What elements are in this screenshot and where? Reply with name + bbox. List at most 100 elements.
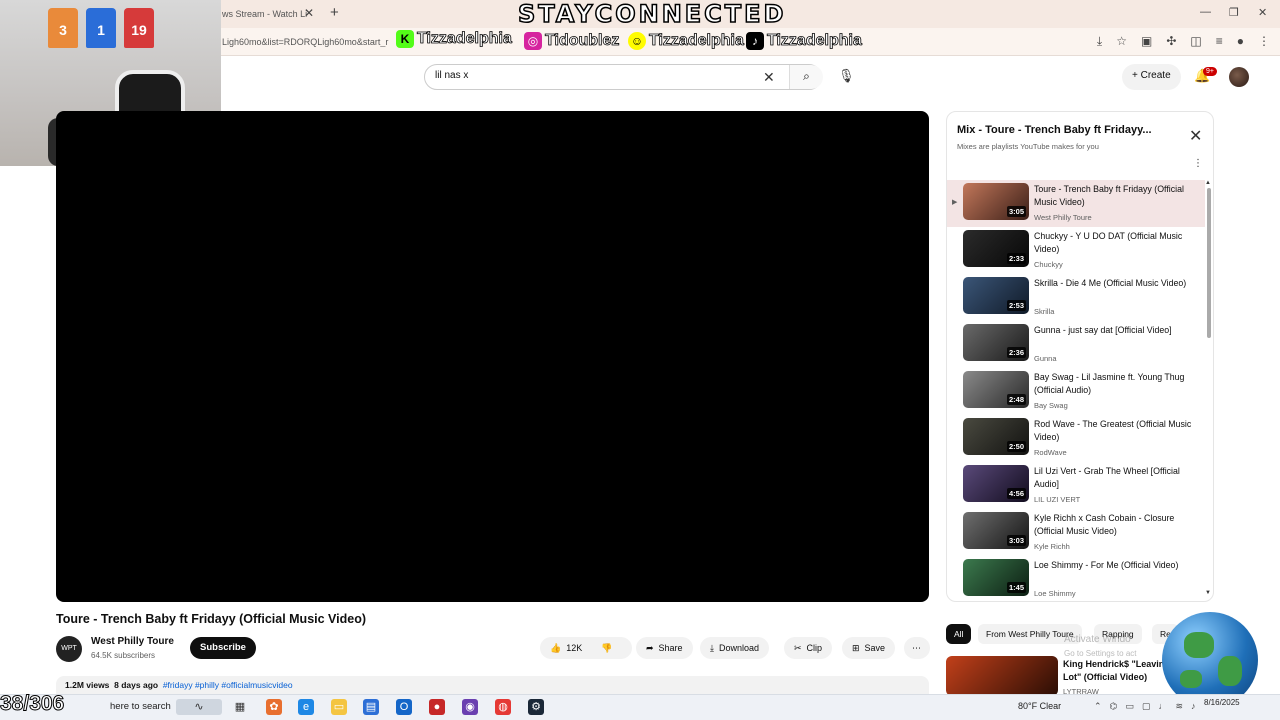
video-thumbnail: 2:50 — [963, 418, 1029, 455]
chevron-up-icon[interactable]: ⌃ — [1094, 701, 1102, 712]
playlist-item[interactable]: 2:33 Chuckyy - Y U DO DAT (Official Musi… — [947, 227, 1205, 274]
microphone-icon[interactable]: 🎙 — [838, 68, 855, 84]
now-playing-icon: ▶ — [952, 199, 958, 206]
view-count: 1.2M views — [65, 680, 110, 690]
upload-age: 8 days ago — [114, 680, 159, 690]
chip-all[interactable]: All — [946, 624, 972, 644]
copilot-icon[interactable]: ✿ — [266, 699, 282, 715]
recommended-thumbnail[interactable] — [946, 656, 1058, 696]
chrome-icon[interactable]: ◍ — [495, 699, 511, 715]
snapchat-icon: ☺ — [628, 32, 646, 50]
item-title: Lil Uzi Vert - Grab The Wheel [Official … — [1034, 466, 1180, 489]
item-title: Loe Shimmy - For Me (Official Video) — [1034, 560, 1179, 570]
like-dislike-group: 👍 12K 👎 — [540, 637, 632, 659]
item-channel: Bay Swag — [1034, 401, 1068, 410]
like-count[interactable]: 12K — [566, 643, 582, 653]
subscribe-button[interactable]: Subscribe — [190, 637, 256, 659]
playlist-scrollbar[interactable] — [1207, 188, 1211, 338]
maximize-icon[interactable]: ❐ — [1229, 6, 1239, 19]
mix-playlist-panel: Mix - Toure - Trench Baby ft Fridayy... … — [946, 111, 1214, 602]
share-label: Share — [658, 643, 683, 653]
playlist-title[interactable]: Mix - Toure - Trench Baby ft Fridayy... — [957, 124, 1177, 136]
playlist-more-icon[interactable]: ⋮ — [1193, 158, 1203, 169]
menu-icon[interactable]: ⋮ — [1258, 34, 1270, 49]
app-icon[interactable]: ● — [429, 699, 445, 715]
minimize-icon[interactable]: — — [1200, 6, 1211, 18]
monitor-icon[interactable]: ▭ — [1125, 701, 1134, 712]
save-label: Save — [864, 643, 886, 653]
new-tab-icon[interactable]: + — [330, 4, 339, 21]
close-tab-icon[interactable]: ✕ — [304, 6, 314, 20]
playlist-item[interactable]: 3:03 Kyle Richh x Cash Cobain - Closure … — [947, 509, 1205, 556]
profile-icon[interactable]: ● — [1237, 34, 1244, 49]
puzzle-icon[interactable]: ✣ — [1166, 34, 1176, 49]
search-input[interactable] — [435, 70, 755, 81]
item-channel: LIL UZI VERT — [1034, 495, 1081, 504]
search-button[interactable]: ⌕ — [789, 65, 823, 89]
dislike-icon[interactable]: 👎 — [601, 643, 612, 654]
weather-widget[interactable]: 80°F Clear — [1018, 701, 1061, 711]
playlist-item[interactable]: 4:56 Lil Uzi Vert - Grab The Wheel [Offi… — [947, 462, 1205, 509]
playlist-icon[interactable]: ≡ — [1216, 34, 1223, 49]
scroll-up-icon[interactable]: ▲ — [1205, 180, 1211, 186]
taskbar-search[interactable]: here to search — [110, 701, 171, 712]
video-thumbnail: 1:45 — [963, 559, 1029, 596]
tiktok-icon: ♪ — [746, 32, 764, 50]
star-icon[interactable]: ☆ — [1116, 34, 1127, 49]
network-icon[interactable]: ⌬ — [1110, 701, 1118, 712]
clip-button[interactable]: ✂ Clip — [784, 637, 833, 659]
wifi-icon[interactable]: ≋ — [1175, 701, 1183, 712]
share-button[interactable]: ➦ Share — [636, 637, 693, 659]
item-title: Toure - Trench Baby ft Fridayy (Official… — [1034, 184, 1184, 207]
channel-avatar[interactable]: WPT — [56, 636, 82, 662]
scroll-down-icon[interactable]: ▼ — [1205, 590, 1211, 596]
cast-icon[interactable]: ⤓ — [1097, 34, 1102, 49]
playlist-item[interactable]: 2:53 Skrilla - Die 4 Me (Official Music … — [947, 274, 1205, 321]
search-highlight-icon[interactable]: ∿ — [176, 699, 222, 715]
volume-icon[interactable]: ♪ — [1191, 701, 1196, 712]
clear-search-icon[interactable]: ✕ — [763, 69, 775, 86]
extension-icon[interactable]: ▣ — [1141, 34, 1152, 49]
playlist-item[interactable]: 2:50 Rod Wave - The Greatest (Official M… — [947, 415, 1205, 462]
duration: 2:53 — [1006, 300, 1026, 311]
more-horizontal-icon: ⋯ — [912, 642, 921, 653]
account-avatar[interactable] — [1229, 67, 1249, 87]
more-actions-button[interactable]: ⋯ — [904, 637, 930, 659]
file-explorer-icon[interactable]: ▭ — [331, 699, 347, 715]
playlist-item[interactable]: 2:36 Gunna - just say dat [Official Vide… — [947, 321, 1205, 368]
bookmark-icon: ⊞ — [852, 642, 860, 653]
create-label: Create — [1140, 70, 1171, 81]
taskbar-clock[interactable]: 8/16/2025 — [1204, 698, 1240, 708]
playlist-item[interactable]: 1:45 Loe Shimmy - For Me (Official Video… — [947, 556, 1205, 601]
activate-windows-hint: Go to Settings to act — [1064, 649, 1137, 658]
discord-icon[interactable]: ◉ — [462, 699, 478, 715]
playlist-item[interactable]: 2:48 Bay Swag - Lil Jasmine ft. Young Th… — [947, 368, 1205, 415]
create-button[interactable]: + Create — [1122, 64, 1181, 90]
video-player[interactable] — [56, 111, 929, 602]
steam-icon[interactable]: ⚙ — [528, 699, 544, 715]
plus-icon: + — [1132, 70, 1141, 81]
close-playlist-icon[interactable]: ✕ — [1189, 126, 1202, 146]
outlook-icon[interactable]: O — [396, 699, 412, 715]
item-channel: West Philly Toure — [1034, 213, 1092, 222]
like-icon[interactable]: 👍 — [550, 643, 561, 654]
download-button[interactable]: ⤓ Download — [700, 637, 770, 659]
close-window-icon[interactable]: ✕ — [1258, 6, 1267, 19]
social-instagram: ◎ Tidoublez — [524, 32, 620, 50]
task-view-icon[interactable]: ▦ — [232, 699, 248, 715]
folder-icon[interactable]: ▢ — [1142, 701, 1151, 712]
edge-icon[interactable]: e — [298, 699, 314, 715]
playlist-item[interactable]: ▶ 3:05 Toure - Trench Baby ft Fridayy (O… — [947, 180, 1205, 227]
microphone-icon[interactable]: ♩ — [1158, 701, 1167, 712]
store-icon[interactable]: ▤ — [363, 699, 379, 715]
url-field[interactable]: Ligh60mo&list=RDORQLigh60mo&start_r — [222, 37, 402, 47]
clip-label: Clip — [806, 643, 823, 653]
save-button[interactable]: ⊞ Save — [842, 637, 896, 659]
social-snapchat: ☺ Tizzadelphia — [628, 32, 744, 50]
recommended-title[interactable]: King Hendrick$ "Leavin Lot" (Official Vi… — [1063, 658, 1173, 684]
jersey: 19 — [124, 8, 154, 48]
hashtags[interactable]: #fridayy #philly #officialmusicvideo — [163, 680, 293, 690]
channel-name[interactable]: West Philly Toure — [91, 636, 174, 647]
item-title: Skrilla - Die 4 Me (Official Music Video… — [1034, 278, 1187, 288]
sidebar-icon[interactable]: ◫ — [1190, 34, 1201, 49]
